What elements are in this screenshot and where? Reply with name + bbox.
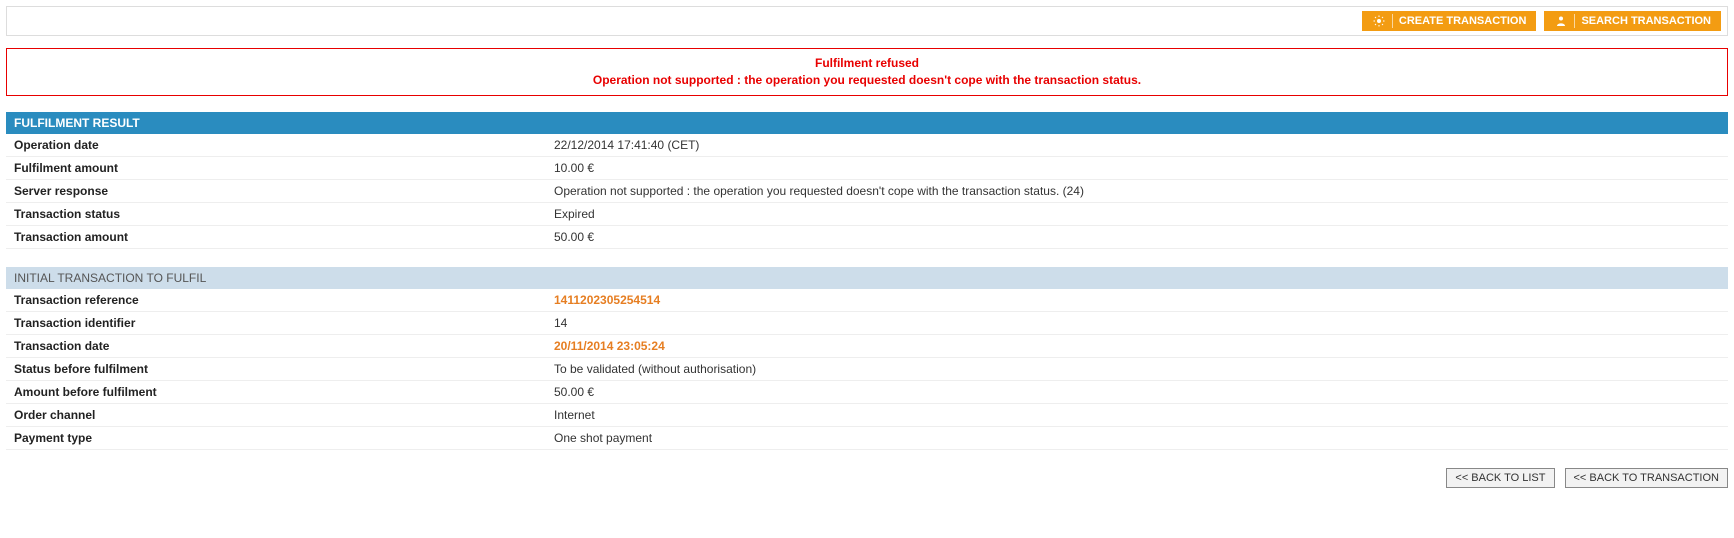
table-row: Transaction date 20/11/2014 23:05:24	[6, 334, 1728, 357]
bottom-toolbar: << BACK TO LIST << BACK TO TRANSACTION	[6, 468, 1728, 488]
separator	[1392, 14, 1393, 28]
transaction-amount-label: Transaction amount	[6, 225, 546, 248]
back-to-transaction-button[interactable]: << BACK TO TRANSACTION	[1565, 468, 1729, 488]
table-row: Transaction identifier 14	[6, 311, 1728, 334]
operation-date-label: Operation date	[6, 134, 546, 157]
search-transaction-label: SEARCH TRANSACTION	[1581, 15, 1711, 27]
initial-transaction-header: INITIAL TRANSACTION TO FULFIL	[6, 267, 1728, 289]
initial-transaction-table: Transaction reference 1411202305254514 T…	[6, 289, 1728, 450]
table-row: Status before fulfilment To be validated…	[6, 357, 1728, 380]
payment-type-value: One shot payment	[546, 426, 1728, 449]
create-transaction-label: CREATE TRANSACTION	[1399, 15, 1527, 27]
sun-icon	[1372, 14, 1386, 28]
status-before-value: To be validated (without authorisation)	[546, 357, 1728, 380]
table-row: Transaction amount 50.00 €	[6, 225, 1728, 248]
server-response-label: Server response	[6, 179, 546, 202]
table-row: Amount before fulfilment 50.00 €	[6, 380, 1728, 403]
server-response-value: Operation not supported : the operation …	[546, 179, 1728, 202]
amount-before-value: 50.00 €	[546, 380, 1728, 403]
search-transaction-button[interactable]: SEARCH TRANSACTION	[1544, 11, 1721, 31]
top-toolbar: CREATE TRANSACTION SEARCH TRANSACTION	[6, 6, 1728, 36]
transaction-reference-value: 1411202305254514	[554, 293, 660, 307]
separator	[1574, 14, 1575, 28]
transaction-status-value: Expired	[546, 202, 1728, 225]
operation-date-value: 22/12/2014 17:41:40 (CET)	[546, 134, 1728, 157]
alert-banner: Fulfilment refused Operation not support…	[6, 48, 1728, 96]
table-row: Transaction reference 1411202305254514	[6, 289, 1728, 312]
table-row: Order channel Internet	[6, 403, 1728, 426]
transaction-identifier-value: 14	[546, 311, 1728, 334]
payment-type-label: Payment type	[6, 426, 546, 449]
table-row: Transaction status Expired	[6, 202, 1728, 225]
table-row: Server response Operation not supported …	[6, 179, 1728, 202]
transaction-reference-label: Transaction reference	[6, 289, 546, 312]
alert-message: Operation not supported : the operation …	[15, 72, 1719, 89]
fulfilment-amount-value: 10.00 €	[546, 156, 1728, 179]
person-icon	[1554, 14, 1568, 28]
table-row: Payment type One shot payment	[6, 426, 1728, 449]
status-before-label: Status before fulfilment	[6, 357, 546, 380]
transaction-date-label: Transaction date	[6, 334, 546, 357]
transaction-status-label: Transaction status	[6, 202, 546, 225]
order-channel-label: Order channel	[6, 403, 546, 426]
create-transaction-button[interactable]: CREATE TRANSACTION	[1362, 11, 1537, 31]
amount-before-label: Amount before fulfilment	[6, 380, 546, 403]
fulfilment-result-header: FULFILMENT RESULT	[6, 112, 1728, 134]
alert-title: Fulfilment refused	[15, 55, 1719, 72]
fulfilment-result-table: Operation date 22/12/2014 17:41:40 (CET)…	[6, 134, 1728, 249]
table-row: Fulfilment amount 10.00 €	[6, 156, 1728, 179]
fulfilment-amount-label: Fulfilment amount	[6, 156, 546, 179]
transaction-identifier-label: Transaction identifier	[6, 311, 546, 334]
table-row: Operation date 22/12/2014 17:41:40 (CET)	[6, 134, 1728, 157]
back-to-list-button[interactable]: << BACK TO LIST	[1446, 468, 1554, 488]
order-channel-value: Internet	[546, 403, 1728, 426]
transaction-amount-value: 50.00 €	[546, 225, 1728, 248]
transaction-date-value: 20/11/2014 23:05:24	[554, 339, 665, 353]
